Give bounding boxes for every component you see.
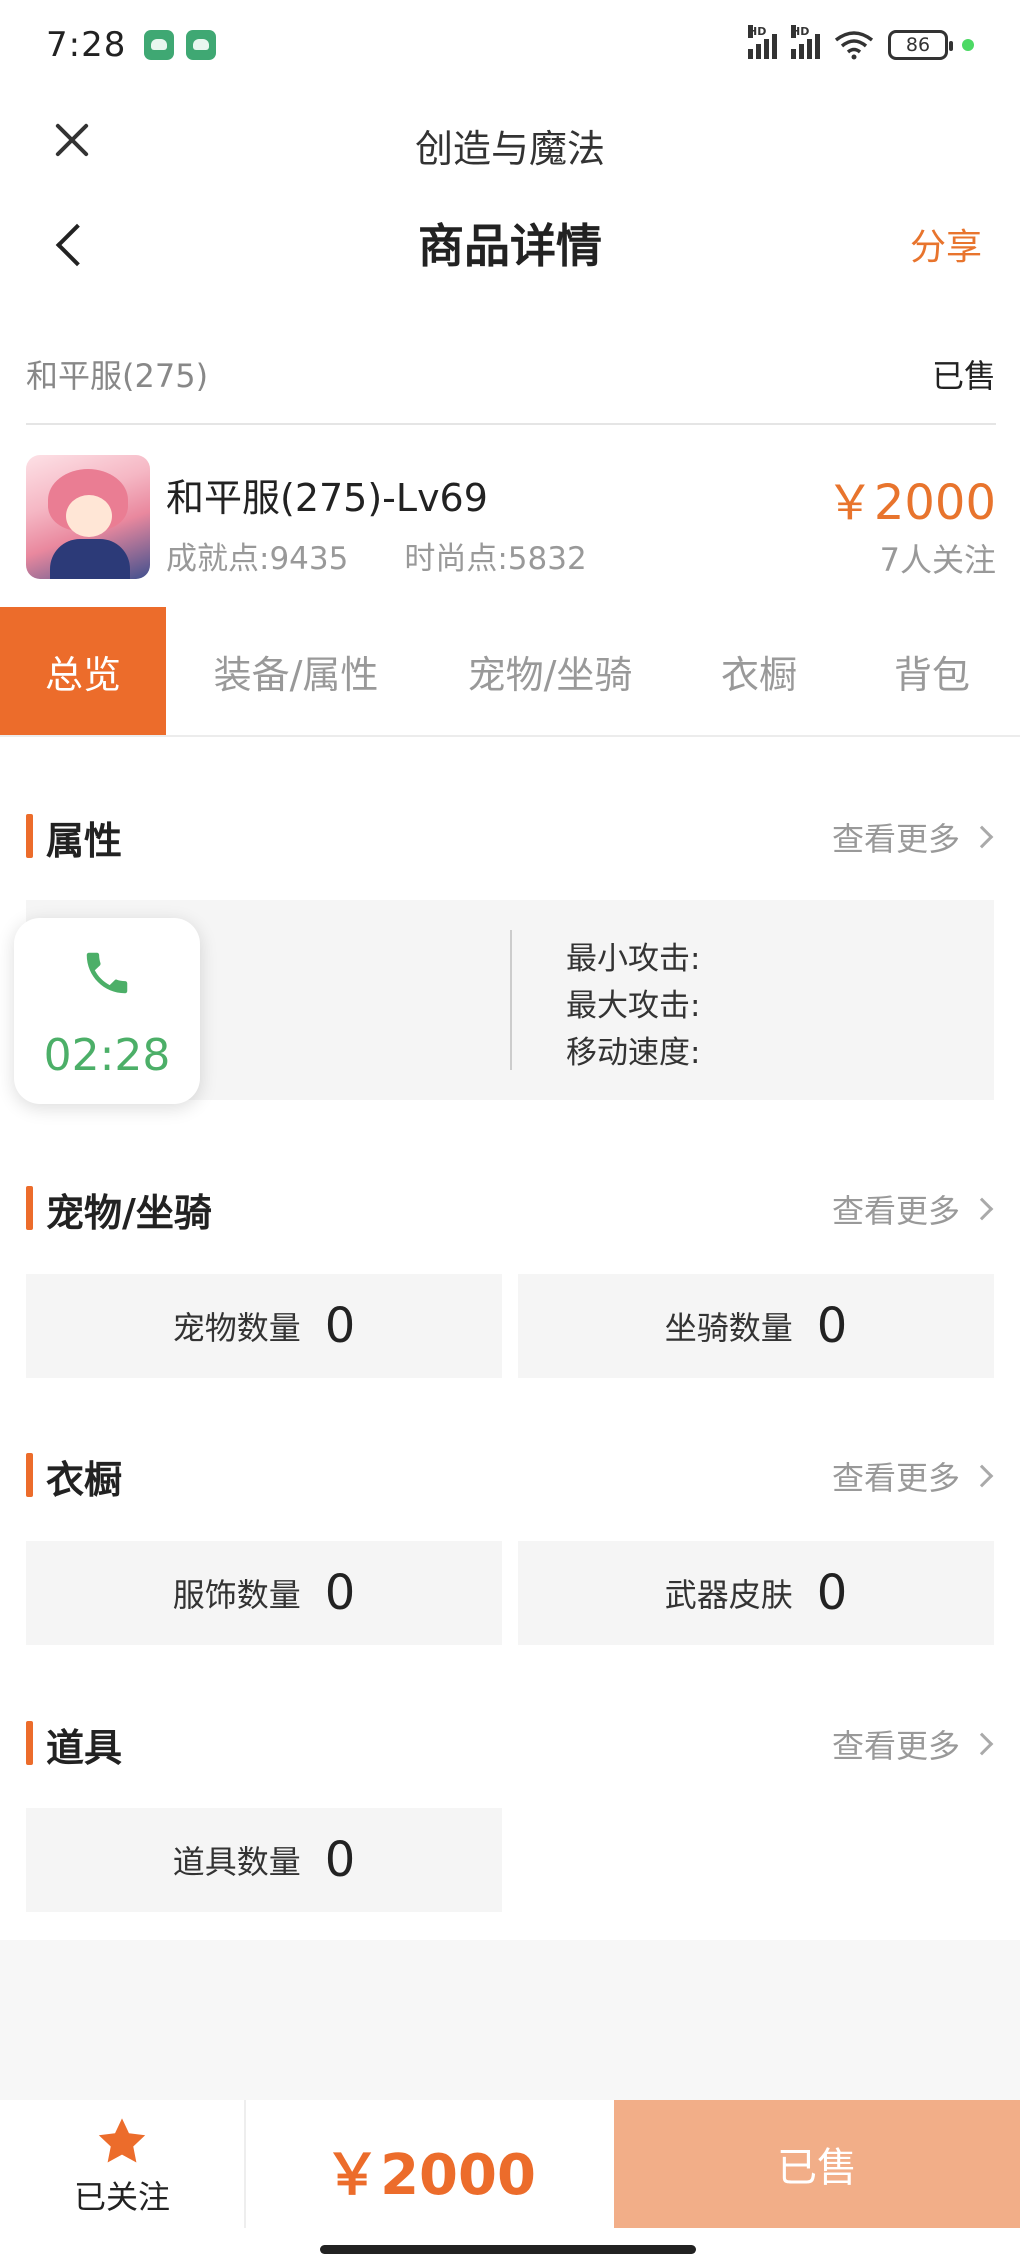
stat-label: 坐骑数量 xyxy=(664,1309,793,1347)
section-title: 道具 xyxy=(46,1726,123,1770)
bottom-action-bar: 已关注 ￥2000 已售 xyxy=(0,2100,1020,2230)
mini-program-bar: 创造与魔法 xyxy=(0,90,1020,190)
section-attributes-header: 属性 查看更多 xyxy=(26,804,996,864)
tab-pets[interactable]: 宠物/坐骑 xyxy=(426,607,674,735)
call-overlay[interactable]: 02:28 xyxy=(14,918,200,1104)
section-wardrobe-header: 衣橱 查看更多 xyxy=(26,1443,996,1503)
follower-count: 7人关注 xyxy=(879,541,996,579)
star-icon xyxy=(98,2118,146,2163)
tab-overview[interactable]: 总览 xyxy=(0,607,166,735)
item-count-card: 道具数量 0 xyxy=(26,1808,502,1912)
view-more-link[interactable]: 查看更多 xyxy=(832,1186,994,1232)
chevron-right-icon xyxy=(970,1197,994,1221)
stat-value: 0 xyxy=(816,1298,848,1354)
section-marker xyxy=(26,1453,33,1497)
status-time: 7:28 xyxy=(46,25,127,65)
server-row: 和平服(275) 已售 xyxy=(26,325,996,425)
product-meta: 成就点:9435 时尚点:5832 xyxy=(166,533,587,578)
nav-bar: 商品详情 分享 xyxy=(0,190,1020,300)
battery-icon: 86 xyxy=(888,30,953,60)
section-title: 衣橱 xyxy=(46,1458,123,1502)
follow-button[interactable]: 已关注 xyxy=(0,2100,244,2228)
phone-icon xyxy=(86,952,128,994)
divider xyxy=(510,930,512,1070)
tab-bar: 总览 装备/属性 宠物/坐骑 衣橱 背包 xyxy=(0,607,1020,737)
stat-label: 道具数量 xyxy=(172,1843,301,1881)
follow-label: 已关注 xyxy=(73,2178,170,2216)
call-timer: 02:28 xyxy=(43,1030,171,1081)
product-price: ￥2000 xyxy=(825,475,996,531)
home-indicator[interactable] xyxy=(320,2245,696,2254)
pet-count-card: 宠物数量 0 xyxy=(26,1274,502,1378)
privacy-indicator-dot xyxy=(962,39,974,51)
status-badge: 已售 xyxy=(931,357,996,395)
stat-label: 武器皮肤 xyxy=(664,1576,793,1614)
achievement-points: 成就点:9435 xyxy=(166,541,349,577)
view-more-link[interactable]: 查看更多 xyxy=(832,814,994,860)
section-marker xyxy=(26,1721,33,1765)
min-attack-label: 最小攻击: xyxy=(566,941,701,977)
tab-wardrobe[interactable]: 衣橱 xyxy=(674,607,844,735)
stat-value: 0 xyxy=(816,1565,848,1621)
share-button[interactable]: 分享 xyxy=(910,218,982,270)
weapon-skin-card: 武器皮肤 0 xyxy=(518,1541,994,1645)
mini-program-title: 创造与魔法 xyxy=(414,127,605,171)
view-more-link[interactable]: 查看更多 xyxy=(832,1721,994,1767)
section-marker xyxy=(26,1186,33,1230)
page-title: 商品详情 xyxy=(418,219,602,273)
section-marker xyxy=(26,814,33,858)
view-more-link[interactable]: 查看更多 xyxy=(832,1453,994,1499)
product-card: 和平服(275)-Lv69 成就点:9435 时尚点:5832 ￥2000 7人… xyxy=(26,425,996,580)
wifi-icon xyxy=(834,31,874,60)
section-pets-header: 宠物/坐骑 查看更多 xyxy=(26,1176,996,1236)
status-bar: 7:28 HD HD 86 xyxy=(0,0,1020,90)
bottom-price: ￥2000 xyxy=(324,2143,536,2208)
stat-value: 0 xyxy=(324,1565,356,1621)
avatar xyxy=(26,455,150,579)
android-icon xyxy=(144,30,175,60)
max-attack-label: 最大攻击: xyxy=(566,988,701,1024)
chevron-right-icon xyxy=(970,825,994,849)
server-name: 和平服(275) xyxy=(26,357,209,395)
tab-bag[interactable]: 背包 xyxy=(844,607,1020,735)
signal-icon: HD xyxy=(791,25,820,59)
move-speed-label: 移动速度: xyxy=(566,1035,701,1071)
wechat-icon xyxy=(186,30,217,60)
sold-button[interactable]: 已售 xyxy=(614,2100,1020,2228)
attribute-list: 最小攻击: 最大攻击: 移动速度: xyxy=(566,936,700,1077)
chevron-right-icon xyxy=(970,1732,994,1756)
section-title: 宠物/坐骑 xyxy=(46,1191,212,1235)
page-bottom-spacer xyxy=(0,1940,1020,2100)
section-items-header: 道具 查看更多 xyxy=(26,1711,996,1771)
mount-count-card: 坐骑数量 0 xyxy=(518,1274,994,1378)
signal-icon: HD xyxy=(748,25,777,59)
fashion-points: 时尚点:5832 xyxy=(404,541,587,577)
chevron-right-icon xyxy=(970,1464,994,1488)
tab-equipment[interactable]: 装备/属性 xyxy=(166,607,426,735)
stat-label: 宠物数量 xyxy=(172,1309,301,1347)
outfit-count-card: 服饰数量 0 xyxy=(26,1541,502,1645)
stat-value: 0 xyxy=(324,1832,356,1888)
section-title: 属性 xyxy=(46,819,123,863)
stat-value: 0 xyxy=(324,1298,356,1354)
product-title: 和平服(275)-Lv69 xyxy=(166,476,488,520)
stat-label: 服饰数量 xyxy=(172,1576,301,1614)
